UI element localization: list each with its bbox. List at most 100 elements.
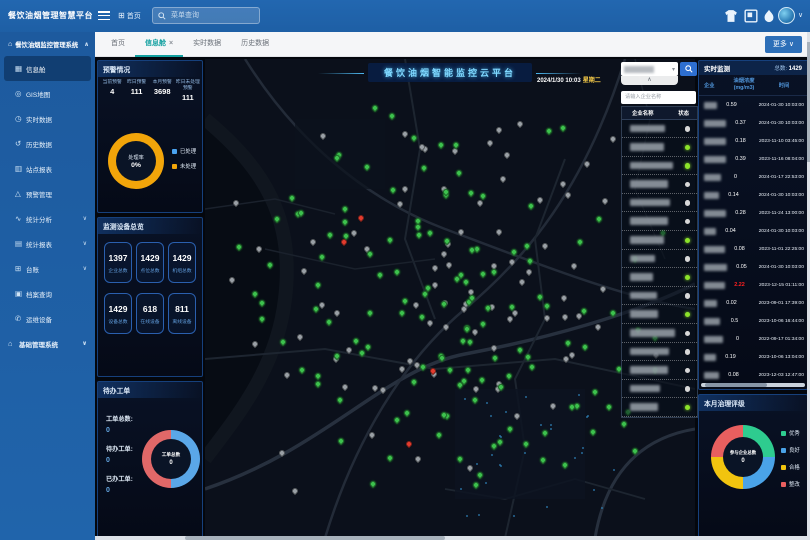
legend-item[interactable]: 合格 (781, 463, 800, 471)
realtime-row: 0.182023-11-10 03:45:00 (699, 132, 807, 150)
alarm-stat: 昨日未处理预警111 (176, 80, 200, 102)
sidebar-section-header[interactable]: ⌂ 餐饮油烟监控管理系统 ∧ (0, 32, 95, 56)
sidebar-item-GIS地图[interactable]: ◎GIS地图 (0, 81, 95, 106)
flame-icon[interactable] (762, 9, 776, 23)
concentration-value: 0.08 (725, 246, 754, 252)
sidebar-item-运维设备[interactable]: ✆运维设备 (0, 306, 95, 331)
realtime-row: 0.052024-01-30 10:03:00 (699, 258, 807, 276)
company-name-blurred (630, 143, 664, 151)
realtime-row: 0.52023-10-06 16:44:00 (699, 312, 807, 330)
sidebar-item-label: GIS地图 (26, 89, 50, 99)
device-card-在线设备[interactable]: 618在线设备 (136, 293, 164, 334)
company-row[interactable] (622, 120, 697, 139)
company-row[interactable] (622, 231, 697, 250)
status-dot-offline (685, 331, 691, 337)
company-name-blurred (704, 246, 725, 253)
alarm-stat-value: 111 (124, 87, 148, 96)
breadcrumb-home[interactable]: 首页 (127, 13, 141, 20)
tab-历史数据[interactable]: 历史数据 (231, 32, 279, 57)
chevron-down-icon: ∨ (83, 240, 87, 247)
company-row[interactable] (622, 361, 697, 380)
sidebar-item-实时数据[interactable]: ◷实时数据 (0, 106, 95, 131)
device-panel-title: 监测设备总览 (98, 218, 202, 234)
region-select[interactable]: ▾ (621, 62, 678, 76)
menu-search-input[interactable] (169, 11, 249, 20)
company-row[interactable] (622, 138, 697, 157)
legend-item[interactable]: 良好 (781, 446, 800, 454)
city-light (524, 452, 526, 454)
device-card-企业总数[interactable]: 1397企业总数 (104, 242, 132, 283)
company-row[interactable] (622, 157, 697, 176)
sidebar-item-label: 预警管理 (26, 189, 52, 199)
sidebar-item-label: 信息舱 (26, 64, 46, 74)
company-name-blurred (704, 228, 716, 235)
tab-label: 信息舱 (145, 40, 166, 47)
concentration-value: 0 (721, 174, 750, 180)
company-name-blurred (630, 403, 658, 411)
company-row[interactable] (622, 398, 697, 417)
legend-item[interactable]: 已处理 (172, 147, 196, 155)
company-row[interactable] (622, 287, 697, 306)
company-row[interactable] (622, 268, 697, 287)
close-tab-icon[interactable]: × (169, 40, 173, 47)
avatar-chevron-down-icon[interactable]: ∨ (798, 0, 803, 32)
reading-time: 2023-11-16 08:04:00 (755, 157, 807, 162)
tab-实时数据[interactable]: 实时数据 (183, 32, 231, 57)
total-value: 1429 (789, 66, 802, 72)
tab-信息舱[interactable]: 信息舱× (135, 32, 183, 57)
company-row[interactable] (622, 250, 697, 269)
sidebar-item-台账[interactable]: ⊞台账∨ (0, 256, 95, 281)
user-avatar[interactable] (778, 7, 795, 24)
company-row[interactable] (622, 324, 697, 343)
device-card-机组总数[interactable]: 1429机组总数 (168, 242, 196, 283)
legend-item[interactable]: 整改 (781, 480, 800, 488)
sidebar-item-站点报表[interactable]: ▥站点报表 (0, 156, 95, 181)
tab-首页[interactable]: 首页 (101, 32, 135, 57)
device-card-离线设备[interactable]: 811离线设备 (168, 293, 196, 334)
menu-search-box[interactable] (152, 7, 260, 24)
company-name-blurred (630, 125, 665, 133)
sidebar-item-历史数据[interactable]: ↺历史数据 (0, 131, 95, 156)
sidebar-item-统计报表[interactable]: ▤统计报表∨ (0, 231, 95, 256)
company-row[interactable] (622, 343, 697, 362)
legend-item[interactable]: 未处理 (172, 162, 196, 170)
device-card-点位总数[interactable]: 1429点位总数 (136, 242, 164, 283)
scrollbar-thumb[interactable] (705, 383, 767, 387)
concentration-value: 2.22 (725, 282, 754, 288)
layout-icon[interactable] (744, 9, 758, 23)
application-window: 餐饮油烟管理智慧平台 ⊞首页 ∨ 首页信息舱×实时数据历史数据 更多 ∨ ⌂ 餐… (0, 0, 810, 540)
scrollbar-thumb[interactable] (185, 536, 445, 540)
company-row[interactable] (622, 380, 697, 399)
sidebar-item-档案查询[interactable]: ▣档案查询 (0, 281, 95, 306)
top-navbar: 餐饮油烟管理智慧平台 ⊞首页 ∨ (0, 0, 810, 32)
legend-item[interactable]: 优秀 (781, 429, 800, 437)
alarm-panel-title: 预警情况 (98, 61, 202, 77)
company-name-input[interactable] (621, 91, 696, 104)
company-row[interactable] (622, 194, 697, 213)
menu-toggle-icon[interactable] (98, 11, 110, 21)
sidebar-item-信息舱[interactable]: ▦信息舱 (4, 56, 91, 81)
chevron-up-icon: ∧ (84, 41, 89, 48)
sidebar-item-统计分析[interactable]: ∿统计分析∨ (0, 206, 95, 231)
more-button[interactable]: 更多 ∨ (765, 36, 802, 53)
reading-time: 2023-10-06 13:04:00 (745, 355, 807, 360)
status-dot-offline (685, 200, 691, 206)
city-light (478, 514, 480, 516)
device-card-设备总数[interactable]: 1429设备总数 (104, 293, 132, 334)
breadcrumb[interactable]: ⊞首页 (118, 0, 141, 32)
GIS地图-icon: ◎ (15, 89, 26, 98)
concentration-value: 0.05 (727, 264, 756, 270)
company-search-button[interactable] (680, 62, 697, 76)
company-row[interactable] (622, 212, 697, 231)
company-row[interactable] (622, 175, 697, 194)
realtime-h-scrollbar[interactable] (701, 383, 805, 387)
sidebar-item-基础管理系统[interactable]: ⌂基础管理系统∨ (0, 331, 95, 356)
company-name-blurred (630, 310, 658, 318)
sidebar-item-预警管理[interactable]: △预警管理 (0, 181, 95, 206)
collapse-toggle[interactable]: ∧ (621, 76, 678, 85)
page-horizontal-scrollbar[interactable] (95, 536, 810, 540)
company-row[interactable] (622, 305, 697, 324)
sidebar-item-label: 实时数据 (26, 114, 52, 124)
select-caret-down-icon: ▾ (672, 66, 675, 73)
theme-shirt-icon[interactable] (724, 9, 738, 23)
